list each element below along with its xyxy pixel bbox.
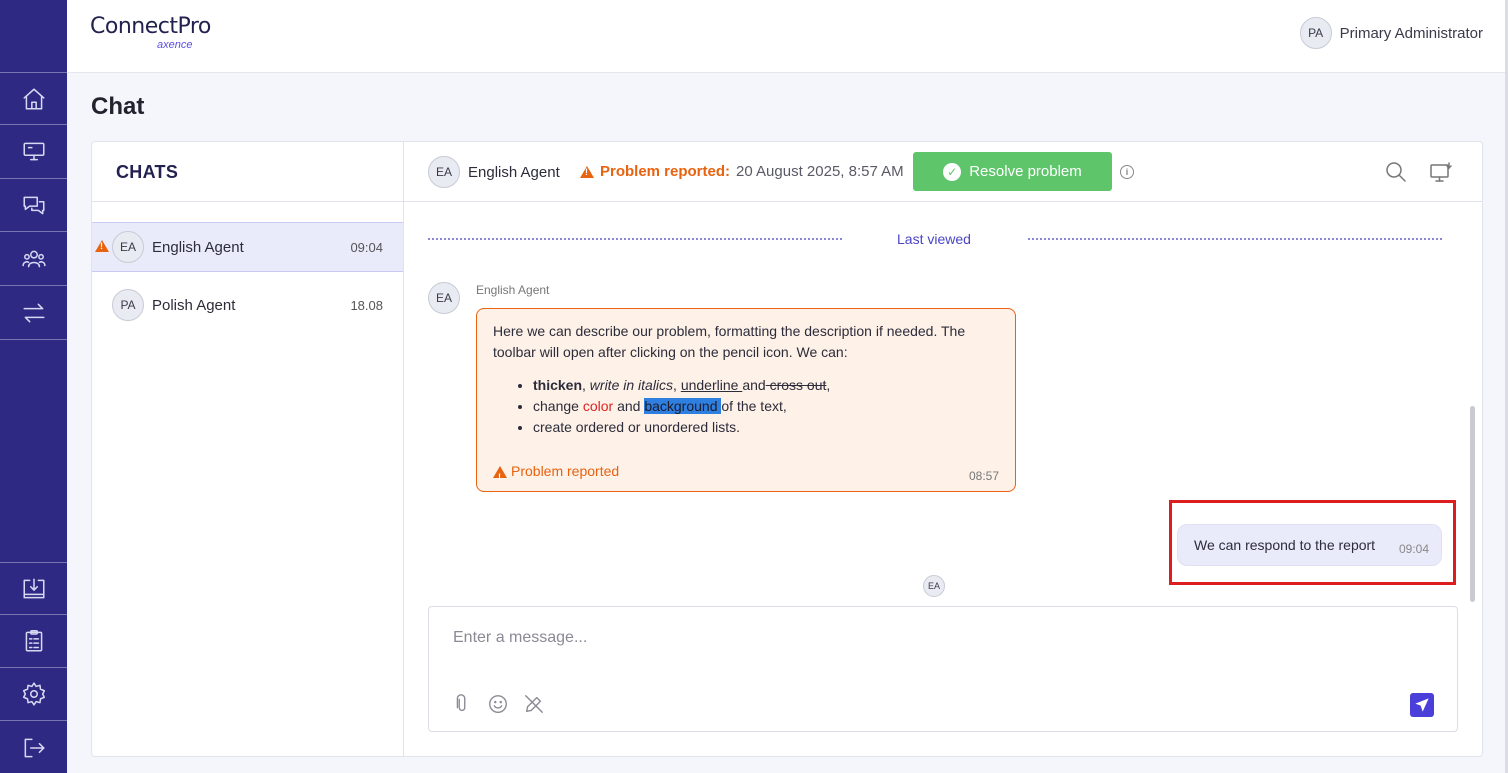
emoji-icon <box>489 695 507 713</box>
paperclip-icon <box>456 694 466 712</box>
and-text: and <box>742 377 766 393</box>
send-icon <box>1415 698 1429 712</box>
avatar: EA <box>428 156 460 188</box>
emoji-button[interactable] <box>487 693 509 715</box>
resolve-label: Resolve problem <box>969 163 1082 180</box>
divider-line <box>428 238 842 240</box>
message-intro: Here we can describe our problem, format… <box>493 323 966 360</box>
sidebar-item-settings[interactable] <box>0 668 67 721</box>
logo[interactable]: ConnectPro axence <box>90 14 211 51</box>
warning-icon <box>95 240 109 252</box>
clipboard-icon <box>25 629 42 652</box>
message-composer <box>428 606 1458 732</box>
search-icon <box>1386 162 1406 182</box>
highlighted-text: background <box>644 398 722 414</box>
problem-label: Problem reported: <box>600 163 731 180</box>
page-title: Chat <box>91 93 145 120</box>
italic-text: write in italics <box>589 377 674 393</box>
scrollbar[interactable] <box>1470 406 1475 602</box>
sidebar-item-users[interactable] <box>0 233 67 286</box>
plain-text: of the text, <box>721 398 787 414</box>
avatar: PA <box>112 289 144 321</box>
conversation-header: EA English Agent Problem reported: 20 Au… <box>404 142 1482 202</box>
users-icon <box>21 250 46 268</box>
logo-text: ConnectPro <box>90 14 211 39</box>
sidebar-item-transfer[interactable] <box>0 287 67 340</box>
sidebar-item-logout[interactable] <box>0 721 67 773</box>
agent-name: English Agent <box>468 163 560 181</box>
last-viewed-label: Last viewed <box>897 231 971 247</box>
problem-reported-label: Problem reported <box>511 463 620 479</box>
bold-text: thicken <box>533 377 583 393</box>
problem-date: 20 August 2025, 8:57 AM <box>736 163 904 180</box>
remote-desktop-icon <box>1430 162 1452 182</box>
reply-time: 09:04 <box>1398 542 1429 556</box>
transfer-icon <box>22 303 45 323</box>
reply-message: We can respond to the report 09:04 <box>1177 524 1442 566</box>
chat-panel: CHATS EA English Agent 09:04 PA Polish A… <box>91 141 1483 757</box>
sidebar-item-chat[interactable] <box>0 179 67 232</box>
list-item: thicken, write in italics, underline and… <box>533 375 999 396</box>
home-icon <box>22 87 45 110</box>
list-item: create ordered or unordered lists. <box>533 417 999 438</box>
warning-icon <box>493 465 507 488</box>
check-icon: ✓ <box>943 162 962 181</box>
avatar: PA <box>1299 17 1332 49</box>
problem-message: Here we can describe our problem, format… <box>476 308 1016 492</box>
colored-text: color <box>582 398 614 414</box>
download-icon <box>22 577 45 598</box>
devices-icon <box>22 142 45 161</box>
formatting-button[interactable] <box>523 693 545 715</box>
resolve-problem-button[interactable]: ✓ Resolve problem <box>913 152 1112 191</box>
chat-icon <box>22 196 45 215</box>
logout-icon <box>24 738 45 757</box>
conversation: EA English Agent Problem reported: 20 Au… <box>404 142 1482 756</box>
logo-subtext: axence <box>157 39 193 51</box>
chats-list: CHATS EA English Agent 09:04 PA Polish A… <box>92 142 404 756</box>
chat-name: English Agent <box>152 238 244 256</box>
message-input[interactable] <box>453 629 1413 647</box>
seen-indicator-avatar: EA <box>923 575 945 597</box>
pencil-off-icon <box>525 695 543 713</box>
underline-text: underline <box>680 377 743 393</box>
message-time: 08:57 <box>968 469 999 483</box>
top-header: ConnectPro axence PA Primary Administrat… <box>67 0 1508 73</box>
user-name: Primary Administrator <box>1339 24 1483 42</box>
chat-list-item[interactable]: PA Polish Agent 18.08 <box>92 280 403 330</box>
conversation-agent: EA English Agent <box>428 156 560 188</box>
message-list: thicken, write in italics, underline and… <box>533 375 999 438</box>
sidebar-item-download[interactable] <box>0 562 67 615</box>
search-button[interactable] <box>1384 160 1408 184</box>
message-sender: English Agent <box>476 283 550 297</box>
reply-text: We can respond to the report <box>1194 537 1376 553</box>
plain-text: change <box>533 398 583 414</box>
warning-icon <box>580 165 594 178</box>
strike-text: cross out <box>765 377 827 393</box>
sidebar-item-home[interactable] <box>0 72 67 125</box>
chat-time: 09:04 <box>350 239 383 255</box>
last-viewed-divider: Last viewed <box>428 230 1442 250</box>
attach-button[interactable] <box>451 693 473 715</box>
problem-reported-tag: Problem reported <box>493 461 620 488</box>
chat-name: Polish Agent <box>152 296 236 314</box>
sidebar <box>0 0 67 773</box>
sidebar-item-clipboard[interactable] <box>0 615 67 668</box>
list-item: change color and background of the text, <box>533 396 999 417</box>
send-button[interactable] <box>1410 693 1434 717</box>
problem-status: Problem reported: 20 August 2025, 8:57 A… <box>580 163 904 180</box>
remote-desktop-button[interactable] <box>1429 160 1453 184</box>
chat-time: 18.08 <box>350 297 383 313</box>
divider-line <box>1028 238 1442 240</box>
avatar: EA <box>428 282 460 314</box>
user-menu[interactable]: PA Primary Administrator <box>1299 17 1483 49</box>
settings-icon <box>22 682 45 706</box>
sidebar-item-devices[interactable] <box>0 126 67 179</box>
plain-text: and <box>613 398 645 414</box>
info-icon[interactable]: i <box>1120 165 1134 179</box>
chat-list-item[interactable]: EA English Agent 09:04 <box>92 222 403 272</box>
chats-heading: CHATS <box>92 142 403 202</box>
avatar: EA <box>112 231 144 263</box>
